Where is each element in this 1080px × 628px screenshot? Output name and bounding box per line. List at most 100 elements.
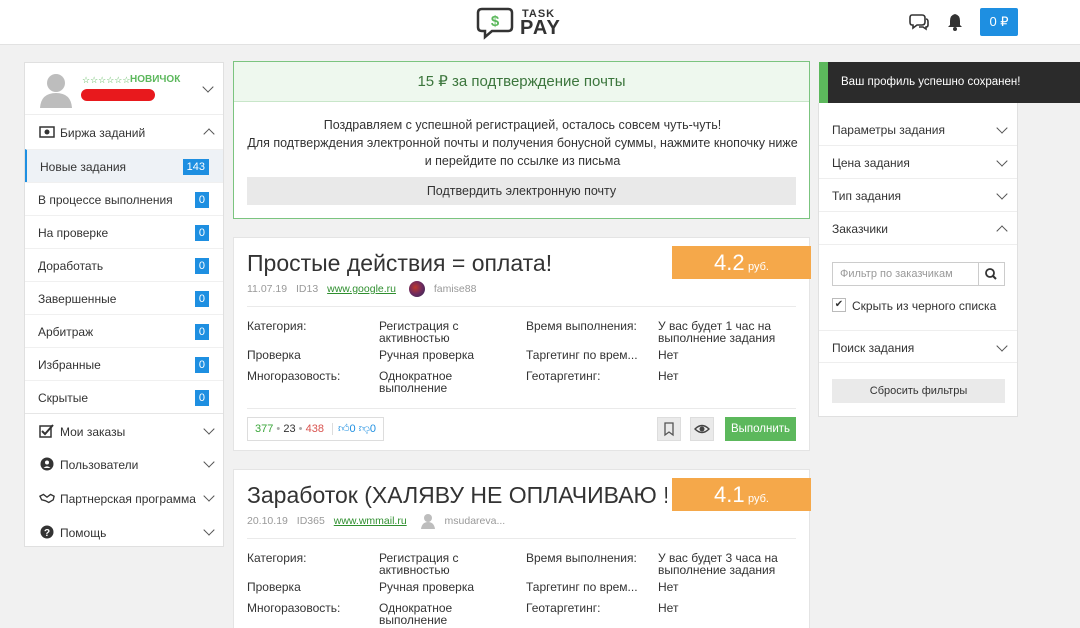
category-label: Категория:	[247, 319, 307, 333]
sidebar-item-arbitration[interactable]: Арбитраж 0	[25, 314, 223, 347]
filter-task-price[interactable]: Цена задания	[819, 146, 1017, 179]
section-users[interactable]: Пользователи	[25, 447, 223, 481]
checkbox-icon	[39, 424, 54, 438]
customer-search-button[interactable]	[978, 262, 1005, 286]
sidebar-item-label: Доработать	[38, 259, 104, 273]
bookmark-button[interactable]	[657, 417, 681, 441]
price-value: 4.1	[714, 482, 745, 507]
sidebar-item-label: Избранные	[38, 358, 101, 372]
task-card[interactable]: Простые действия = оплата! 4.2 руб. 11.0…	[233, 237, 811, 451]
chevron-down-icon[interactable]	[203, 524, 215, 536]
task-user[interactable]: famise88	[434, 283, 477, 295]
chevron-down-icon[interactable]	[996, 340, 1008, 352]
count-badge: 0	[194, 258, 209, 274]
geo-value: Нет	[658, 369, 679, 383]
task-meta: 11.07.19 ID13 www.google.ru famise88	[247, 281, 476, 297]
task-date: 20.10.19	[247, 514, 288, 527]
chevron-down-icon[interactable]	[996, 155, 1008, 167]
filter-customers[interactable]: Заказчики	[819, 212, 1017, 245]
customer-filter-input[interactable]: Фильтр по заказчикам	[832, 262, 979, 286]
task-stats: 377 • 23 • 438 👍︎0 👎︎0	[247, 417, 384, 441]
time-label: Время выполнения:	[526, 319, 637, 333]
task-card[interactable]: Заработок (ХАЛЯВУ НЕ ОПЛАЧИВАЮ !!!... 4.…	[233, 469, 811, 628]
filter-label: Поиск задания	[832, 341, 915, 355]
profile-block[interactable]: ☆☆☆☆☆☆ НОВИЧОК	[25, 63, 223, 115]
filter-task-params[interactable]: Параметры задания	[819, 113, 1017, 146]
chevron-down-icon[interactable]	[203, 456, 215, 468]
count-badge: 0	[194, 291, 209, 307]
count-badge: 0	[194, 390, 209, 406]
divider	[247, 306, 796, 307]
bell-icon[interactable]	[945, 13, 965, 31]
redacted-username	[81, 89, 155, 101]
filter-task-type[interactable]: Тип задания	[819, 179, 1017, 212]
sidebar-item-rework[interactable]: Доработать 0	[25, 248, 223, 281]
task-price: 4.1 руб.	[672, 478, 811, 511]
filter-label: Параметры задания	[832, 123, 945, 137]
task-user[interactable]: msudareva...	[445, 515, 506, 527]
sidebar-item-in-progress[interactable]: В процессе выполнения 0	[25, 182, 223, 215]
section-help[interactable]: ? Помощь	[25, 515, 223, 549]
confirm-email-button[interactable]: Подтвердить электронную почту	[247, 177, 796, 205]
check-label: Проверка	[247, 580, 301, 594]
hide-button[interactable]	[690, 417, 714, 441]
sidebar-item-hidden[interactable]: Скрытые 0	[25, 380, 223, 413]
success-toast: Ваш профиль успешно сохранен!	[819, 62, 1080, 103]
multi-value: выполнение	[379, 613, 448, 627]
users-icon	[40, 457, 54, 471]
balance-button[interactable]: 0 ₽	[980, 8, 1018, 36]
section-label: Партнерская программа	[60, 492, 196, 506]
sidebar-item-on-review[interactable]: На проверке 0	[25, 215, 223, 248]
user-avatar[interactable]	[420, 513, 436, 529]
time-value: выполнение задания	[658, 563, 776, 577]
taskpay-logo[interactable]: $ TASK PAY	[476, 5, 560, 41]
task-title[interactable]: Простые действия = оплата!	[247, 250, 667, 277]
filter-task-search[interactable]: Поиск задания	[819, 330, 1017, 363]
sidebar-item-label: Завершенные	[38, 292, 117, 306]
svg-text:?: ?	[44, 528, 50, 539]
blacklist-checkbox[interactable]: ✔	[832, 298, 846, 312]
user-avatar[interactable]	[408, 281, 425, 297]
svg-text:$: $	[491, 13, 500, 30]
chat-icon[interactable]	[909, 13, 929, 31]
section-my-orders[interactable]: Мои заказы	[25, 413, 223, 447]
chevron-down-icon[interactable]	[202, 81, 214, 93]
price-value: 4.2	[714, 250, 745, 275]
filter-label: Заказчики	[832, 222, 888, 236]
target-value: Нет	[658, 580, 679, 594]
sidebar-item-new-tasks[interactable]: Новые задания 143	[25, 149, 223, 182]
reset-filters-button[interactable]: Сбросить фильтры	[832, 379, 1005, 403]
filter-label: Тип задания	[832, 189, 902, 203]
section-task-exchange[interactable]: Биржа заданий	[25, 115, 223, 149]
sidebar-item-completed[interactable]: Завершенные 0	[25, 281, 223, 314]
count-badge: 0	[194, 357, 209, 373]
chevron-up-icon[interactable]	[996, 225, 1008, 237]
search-icon	[985, 268, 997, 280]
section-label: Помощь	[60, 526, 107, 540]
target-value: Нет	[658, 348, 679, 362]
section-partner-program[interactable]: Партнерская программа	[25, 481, 223, 515]
thumbs-down-icon[interactable]: 👎︎	[359, 423, 370, 435]
confirm-line: Для подтверждения электронной почты и по…	[247, 136, 798, 150]
task-site-link[interactable]: www.google.ru	[327, 283, 396, 295]
help-icon: ?	[40, 525, 54, 539]
task-meta: 20.10.19 ID365 www.wmmail.ru msudareva..…	[247, 513, 505, 529]
perform-button[interactable]: Выполнить	[725, 417, 796, 441]
chevron-down-icon[interactable]	[203, 423, 215, 435]
blacklist-label: Скрыть из черного списка	[852, 299, 997, 313]
thumbs-up-icon[interactable]: 👍︎	[338, 423, 350, 435]
chevron-up-icon[interactable]	[203, 128, 215, 140]
check-value: Ручная проверка	[379, 348, 475, 362]
chevron-down-icon[interactable]	[996, 188, 1008, 200]
confirm-text: Поздравляем с успешной регистрацией, ост…	[234, 116, 811, 170]
rank-label: НОВИЧОК	[130, 74, 181, 85]
sidebar-item-favorites[interactable]: Избранные 0	[25, 347, 223, 380]
sidebar-item-label: В процессе выполнения	[38, 193, 173, 207]
category-label: Категория:	[247, 551, 307, 565]
section-label: Пользователи	[60, 458, 139, 472]
category-value: активностью	[379, 563, 450, 577]
task-site-link[interactable]: www.wmmail.ru	[334, 515, 407, 527]
chevron-down-icon[interactable]	[996, 122, 1008, 134]
chevron-down-icon[interactable]	[203, 490, 215, 502]
task-title[interactable]: Заработок (ХАЛЯВУ НЕ ОПЛАЧИВАЮ !!!...	[247, 482, 667, 509]
